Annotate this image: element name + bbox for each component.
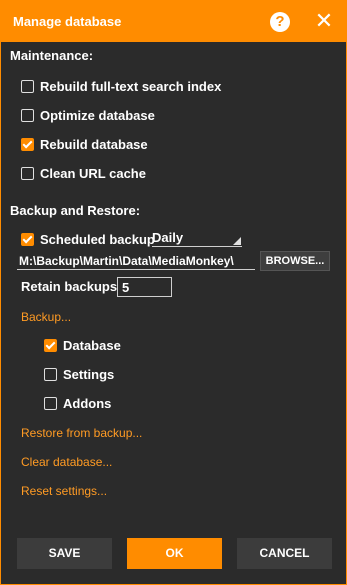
clear-database-link[interactable]: Clear database... (21, 455, 112, 469)
checkbox-label: Settings (63, 366, 115, 382)
checkbox-label: Addons (63, 395, 112, 411)
reset-settings-link[interactable]: Reset settings... (21, 484, 107, 498)
backup-restore-heading: Backup and Restore: (10, 203, 141, 218)
backup-database-checkbox[interactable]: Database (44, 336, 121, 354)
backup-frequency-select[interactable]: Daily (152, 230, 242, 247)
retain-backups-label: Retain backups: (21, 279, 122, 294)
help-icon[interactable]: ? (270, 12, 290, 32)
close-icon[interactable]: ✕ (314, 10, 334, 32)
dialog-title: Manage database (13, 14, 122, 29)
frequency-value: Daily (152, 230, 184, 245)
checkbox-box[interactable] (21, 137, 34, 151)
checkbox-box[interactable] (21, 108, 34, 122)
optimize-database-checkbox[interactable]: Optimize database (21, 106, 155, 124)
backup-addons-checkbox[interactable]: Addons (44, 394, 111, 412)
checkbox-box[interactable] (21, 232, 34, 246)
backup-path-input[interactable] (17, 252, 255, 270)
checkbox-label: Clean URL cache (40, 165, 146, 181)
checkbox-box[interactable] (21, 166, 34, 180)
scheduled-backup-checkbox[interactable]: Scheduled backup (21, 230, 155, 248)
checkbox-box[interactable] (44, 338, 57, 352)
backup-link[interactable]: Backup... (21, 310, 71, 324)
cancel-button[interactable]: CANCEL (237, 538, 332, 569)
checkbox-box[interactable] (21, 79, 34, 93)
browse-button[interactable]: BROWSE... (260, 251, 330, 271)
checkbox-label: Optimize database (40, 107, 155, 123)
dropdown-caret-icon (233, 237, 241, 245)
retain-backups-input[interactable] (117, 277, 172, 297)
checkbox-label: Rebuild full-text search index (40, 78, 222, 94)
save-button[interactable]: SAVE (17, 538, 112, 569)
title-bar: Manage database ? ✕ (1, 1, 346, 42)
rebuild-database-checkbox[interactable]: Rebuild database (21, 135, 148, 153)
rebuild-fulltext-checkbox[interactable]: Rebuild full-text search index (21, 77, 221, 95)
checkbox-label: Database (63, 337, 121, 353)
checkbox-box[interactable] (44, 367, 57, 381)
checkbox-label: Scheduled backup (40, 231, 155, 247)
maintenance-heading: Maintenance: (10, 48, 94, 63)
clean-url-cache-checkbox[interactable]: Clean URL cache (21, 164, 146, 182)
checkbox-box[interactable] (44, 396, 57, 410)
restore-from-backup-link[interactable]: Restore from backup... (21, 426, 142, 440)
backup-settings-checkbox[interactable]: Settings (44, 365, 114, 383)
manage-database-dialog: Manage database ? ✕ Maintenance: Rebuild… (0, 0, 347, 585)
ok-button[interactable]: OK (127, 538, 222, 569)
checkbox-label: Rebuild database (40, 136, 148, 152)
